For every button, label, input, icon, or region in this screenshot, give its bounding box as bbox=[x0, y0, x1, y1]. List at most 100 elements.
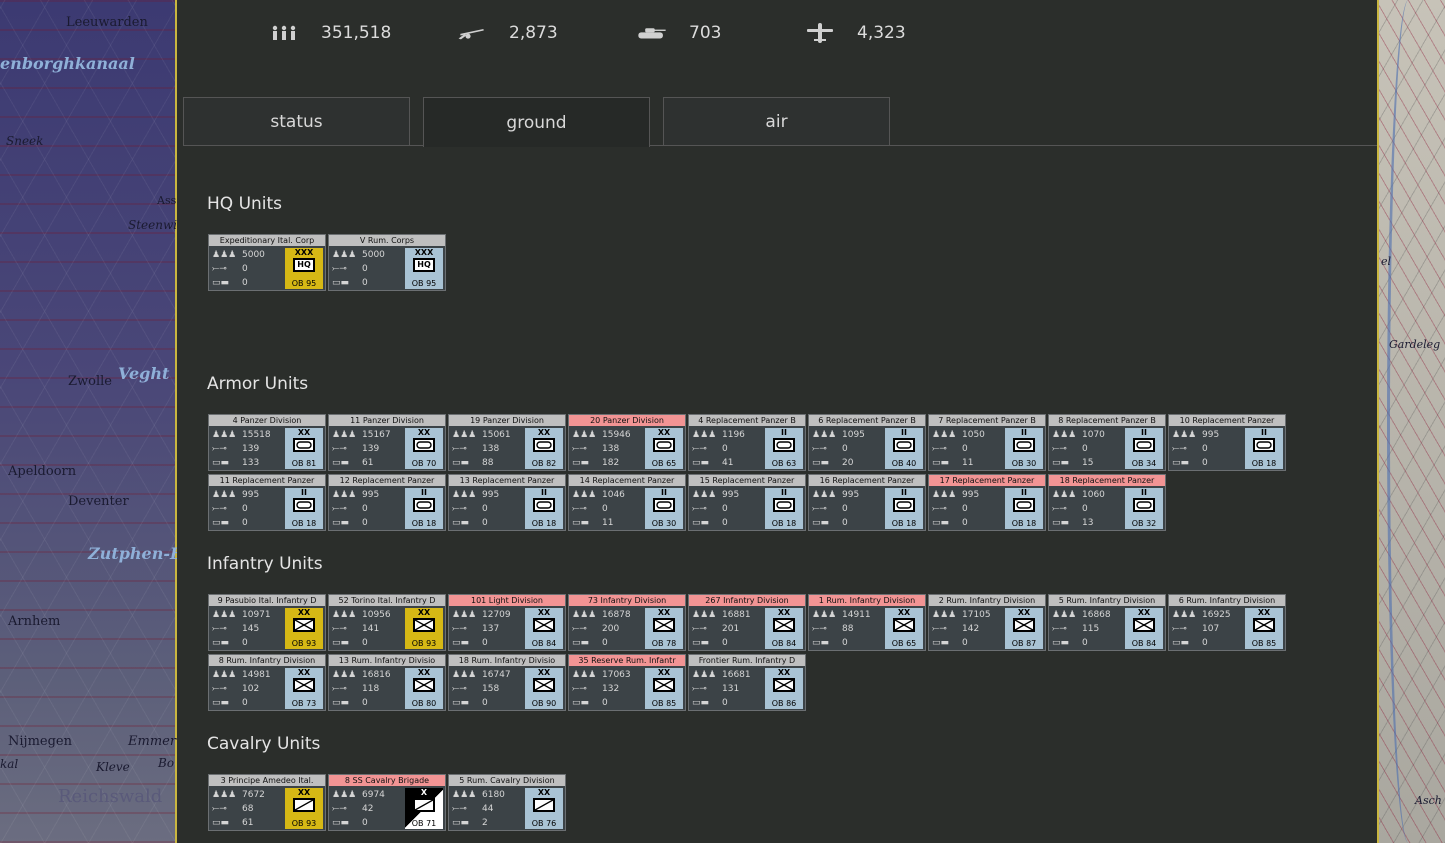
map-right[interactable]: el Gardeleg Asch bbox=[1377, 0, 1445, 843]
unit-counter[interactable]: 13 Rum. Infantry Divisio ♟♟♟ 16816 ⤚⊸ 118 ▭▬ 0… bbox=[328, 654, 446, 711]
unit-counter[interactable]: 9 Pasubio Ital. Infantry D ♟♟♟ 10971 ⤚⊸ 145 ▭… bbox=[208, 594, 326, 651]
unit-counter[interactable]: 52 Torino Ital. Infantry D ♟♟♟ 10956 ⤚⊸ 141 ▭… bbox=[328, 594, 446, 651]
unit-counter[interactable]: 3 Principe Amedeo Ital. ♟♟♟ 7672 ⤚⊸ 68 ▭▬ 61 XX… bbox=[208, 774, 326, 831]
unit-name: 15 Replacement Panzer bbox=[689, 475, 805, 486]
infantry-icon: ♟♟♟ bbox=[932, 610, 957, 620]
unit-guns: 107 bbox=[1202, 624, 1220, 634]
tab-air[interactable]: air bbox=[663, 97, 890, 145]
unit-counter[interactable]: 1 Rum. Infantry Division ♟♟♟ 14911 ⤚⊸ 88 ▭▬ 0 X… bbox=[808, 594, 926, 651]
stat-guns: 2,873 bbox=[457, 18, 558, 48]
unit-ob: OB 63 bbox=[771, 459, 797, 468]
gun-icon: ⤚⊸ bbox=[452, 684, 467, 694]
unit-name: 101 Light Division bbox=[449, 595, 565, 606]
unit-counter[interactable]: 12 Replacement Panzer ♟♟♟ 995 ⤚⊸ 0 ▭▬ 0 II OB 18 bbox=[328, 474, 446, 531]
unit-tanks: 0 bbox=[602, 638, 608, 648]
tank-icon: ▭▬ bbox=[332, 698, 350, 708]
unit-counter[interactable]: 19 Panzer Division ♟♟♟ 15061 ⤚⊸ 138 ▭▬ 88 XX OB … bbox=[448, 414, 566, 471]
unit-men: 14981 bbox=[242, 670, 271, 680]
unit-guns: 132 bbox=[602, 684, 620, 694]
unit-ob: OB 86 bbox=[771, 699, 797, 708]
unit-symbol-badge: XXX HQ OB 95 bbox=[405, 248, 443, 289]
tank-icon: ▭▬ bbox=[692, 458, 710, 468]
unit-counter[interactable]: 2 Rum. Infantry Division ♟♟♟ 17105 ⤚⊸ 142 ▭▬ 0… bbox=[928, 594, 1046, 651]
unit-symbol-badge: XX OB 90 bbox=[525, 668, 563, 709]
unit-counter[interactable]: 267 Infantry Division ♟♟♟ 16881 ⤚⊸ 201 ▭▬ 0 XX O… bbox=[688, 594, 806, 651]
unit-counter[interactable]: 18 Rum. Infantry Divisio ♟♟♟ 16747 ⤚⊸ 158 ▭▬ 0… bbox=[448, 654, 566, 711]
unit-counter[interactable]: 73 Infantry Division ♟♟♟ 16878 ⤚⊸ 200 ▭▬ 0 XX OB… bbox=[568, 594, 686, 651]
unit-counter[interactable]: 7 Replacement Panzer B ♟♟♟ 1050 ⤚⊸ 0 ▭▬ 11 II OB… bbox=[928, 414, 1046, 471]
unit-guns: 131 bbox=[722, 684, 740, 694]
gun-icon: ⤚⊸ bbox=[332, 684, 347, 694]
infantry-icon: ♟♟♟ bbox=[692, 490, 717, 500]
tank-icon: ▭▬ bbox=[932, 518, 950, 528]
unit-counter[interactable]: 18 Replacement Panzer ♟♟♟ 1060 ⤚⊸ 0 ▭▬ 13 II OB … bbox=[1048, 474, 1166, 531]
map-label: Nijmegen bbox=[8, 734, 72, 749]
tank-icon: ▭▬ bbox=[212, 638, 230, 648]
map-label: Gardeleg bbox=[1389, 338, 1441, 351]
unit-counter[interactable]: 11 Panzer Division ♟♟♟ 15167 ⤚⊸ 139 ▭▬ 61 XX OB … bbox=[328, 414, 446, 471]
unit-guns: 138 bbox=[482, 444, 500, 454]
unit-counter[interactable]: 6 Rum. Infantry Division ♟♟♟ 16925 ⤚⊸ 107 ▭▬ 0… bbox=[1168, 594, 1286, 651]
unit-counter[interactable]: 20 Panzer Division ♟♟♟ 15946 ⤚⊸ 138 ▭▬ 182 XX OB… bbox=[568, 414, 686, 471]
tab-ground[interactable]: ground bbox=[423, 97, 650, 147]
unit-type-icon bbox=[1013, 438, 1035, 452]
unit-counter[interactable]: 35 Reserve Rum. Infantr ♟♟♟ 17063 ⤚⊸ 132 ▭▬ 0 X… bbox=[568, 654, 686, 711]
unit-counter[interactable]: 15 Replacement Panzer ♟♟♟ 995 ⤚⊸ 0 ▭▬ 0 II OB 18 bbox=[688, 474, 806, 531]
tab-status[interactable]: status bbox=[183, 97, 410, 145]
unit-counter[interactable]: 5 Rum. Cavalry Division ♟♟♟ 6180 ⤚⊸ 44 ▭▬ 2 XX O… bbox=[448, 774, 566, 831]
unit-name: 6 Replacement Panzer B bbox=[809, 415, 925, 426]
unit-counter[interactable]: 17 Replacement Panzer ♟♟♟ 995 ⤚⊸ 0 ▭▬ 0 II OB 18 bbox=[928, 474, 1046, 531]
unit-ob: OB 78 bbox=[651, 639, 677, 648]
unit-echelon: II bbox=[1261, 428, 1267, 437]
stat-value: 2,873 bbox=[509, 23, 558, 43]
unit-strength: ♟♟♟ 16925 ⤚⊸ 107 ▭▬ 0 bbox=[1172, 608, 1247, 650]
unit-echelon: XX bbox=[657, 608, 671, 617]
unit-symbol-badge: II OB 18 bbox=[885, 488, 923, 529]
unit-counter[interactable]: 6 Replacement Panzer B ♟♟♟ 1095 ⤚⊸ 0 ▭▬ 20 II OB… bbox=[808, 414, 926, 471]
tank-icon: ▭▬ bbox=[812, 458, 830, 468]
unit-name: 8 Replacement Panzer B bbox=[1049, 415, 1165, 426]
unit-counter[interactable]: 16 Replacement Panzer ♟♟♟ 995 ⤚⊸ 0 ▭▬ 0 II OB 18 bbox=[808, 474, 926, 531]
unit-ob: OB 85 bbox=[1251, 639, 1277, 648]
unit-symbol-badge: XX OB 85 bbox=[1245, 608, 1283, 649]
unit-ob: OB 93 bbox=[411, 639, 437, 648]
unit-guns: 0 bbox=[722, 504, 728, 514]
unit-counter[interactable]: 8 SS Cavalry Brigade ♟♟♟ 6974 ⤚⊸ 42 ▭▬ 0 X OB 71 bbox=[328, 774, 446, 831]
unit-ob: OB 18 bbox=[771, 519, 797, 528]
unit-tanks: 0 bbox=[362, 638, 368, 648]
unit-ob: OB 18 bbox=[1251, 459, 1277, 468]
unit-counter[interactable]: 5 Rum. Infantry Division ♟♟♟ 16868 ⤚⊸ 115 ▭▬ 0… bbox=[1048, 594, 1166, 651]
unit-counter[interactable]: 4 Replacement Panzer B ♟♟♟ 1196 ⤚⊸ 0 ▭▬ 41 II OB… bbox=[688, 414, 806, 471]
unit-men: 7672 bbox=[242, 790, 265, 800]
unit-ob: OB 18 bbox=[291, 519, 317, 528]
unit-men: 1095 bbox=[842, 430, 865, 440]
map-left[interactable]: Leeuwarden enborghkanaal Sneek Ass Steen… bbox=[0, 0, 177, 843]
unit-counter[interactable]: 8 Replacement Panzer B ♟♟♟ 1070 ⤚⊸ 0 ▭▬ 15 II OB… bbox=[1048, 414, 1166, 471]
unit-ob: OB 32 bbox=[1131, 519, 1157, 528]
unit-counter[interactable]: 101 Light Division ♟♟♟ 12709 ⤚⊸ 137 ▭▬ 0 XX OB 8… bbox=[448, 594, 566, 651]
unit-counter[interactable]: Frontier Rum. Infantry D ♟♟♟ 16681 ⤚⊸ 131 ▭▬ 0… bbox=[688, 654, 806, 711]
unit-guns: 42 bbox=[362, 804, 374, 814]
unit-counter[interactable]: V Rum. Corps ♟♟♟ 5000 ⤚⊸ 0 ▭▬ 0 XXX HQ OB 95 bbox=[328, 234, 446, 291]
tank-icon: ▭▬ bbox=[1052, 458, 1070, 468]
unit-ob: OB 82 bbox=[531, 459, 557, 468]
unit-counter[interactable]: 11 Replacement Panzer ♟♟♟ 995 ⤚⊸ 0 ▭▬ 0 II OB 18 bbox=[208, 474, 326, 531]
unit-echelon: XX bbox=[657, 668, 671, 677]
unit-strength: ♟♟♟ 16747 ⤚⊸ 158 ▭▬ 0 bbox=[452, 668, 527, 710]
unit-counter[interactable]: 14 Replacement Panzer ♟♟♟ 1046 ⤚⊸ 0 ▭▬ 11 II OB … bbox=[568, 474, 686, 531]
unit-counter[interactable]: Expeditionary Ital. Corp ♟♟♟ 5000 ⤚⊸ 0 ▭▬ 0 XXX… bbox=[208, 234, 326, 291]
tank-icon: ▭▬ bbox=[332, 278, 350, 288]
unit-ob: OB 81 bbox=[291, 459, 317, 468]
unit-guns: 0 bbox=[362, 504, 368, 514]
unit-counter[interactable]: 8 Rum. Infantry Division ♟♟♟ 14981 ⤚⊸ 102 ▭▬ 0… bbox=[208, 654, 326, 711]
unit-strength: ♟♟♟ 1196 ⤚⊸ 0 ▭▬ 41 bbox=[692, 428, 767, 470]
unit-symbol-badge: XX OB 84 bbox=[1125, 608, 1163, 649]
unit-counter[interactable]: 10 Replacement Panzer ♟♟♟ 995 ⤚⊸ 0 ▭▬ 0 II OB 18 bbox=[1168, 414, 1286, 471]
unit-echelon: II bbox=[901, 428, 907, 437]
unit-echelon: II bbox=[1021, 428, 1027, 437]
unit-strength: ♟♟♟ 16816 ⤚⊸ 118 ▭▬ 0 bbox=[332, 668, 407, 710]
unit-counter[interactable]: 13 Replacement Panzer ♟♟♟ 995 ⤚⊸ 0 ▭▬ 0 II OB 18 bbox=[448, 474, 566, 531]
infantry-icon: ♟♟♟ bbox=[812, 430, 837, 440]
unit-counter[interactable]: 4 Panzer Division ♟♟♟ 15518 ⤚⊸ 139 ▭▬ 133 XX OB … bbox=[208, 414, 326, 471]
tank-icon: ▭▬ bbox=[692, 698, 710, 708]
